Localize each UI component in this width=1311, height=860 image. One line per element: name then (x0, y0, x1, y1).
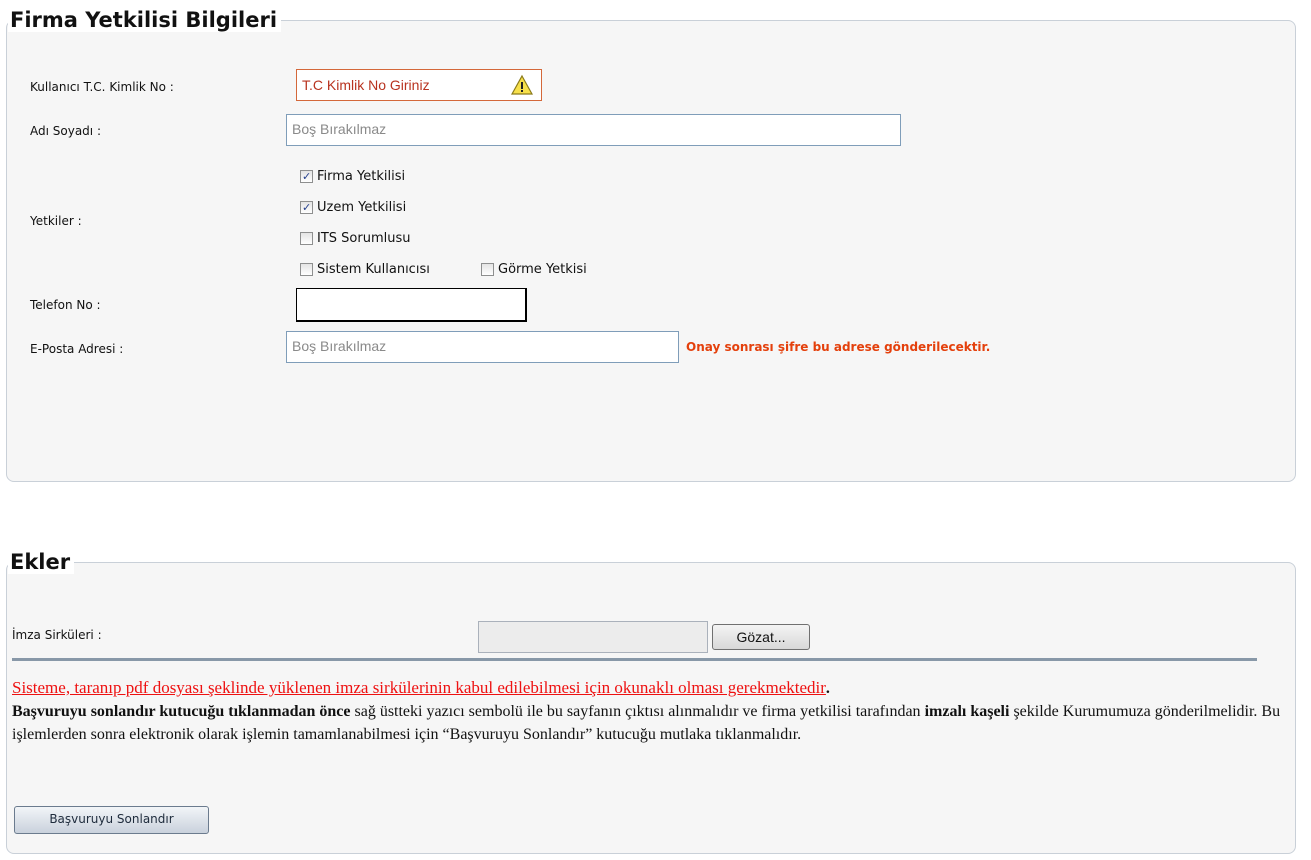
checkbox-firma-yetkilisi[interactable]: Firma Yetkilisi (300, 169, 405, 184)
imza-label: İmza Sirküleri : (12, 628, 102, 642)
checkbox-label: Firma Yetkilisi (317, 169, 406, 184)
ekler-section-title: Ekler (8, 550, 75, 574)
email-label: E-Posta Adresi : (30, 342, 124, 356)
tc-input[interactable]: T.C Kimlik No Giriniz (296, 69, 542, 101)
firma-section-title: Firma Yetkilisi Bilgileri (8, 8, 282, 32)
phone-input[interactable] (296, 288, 527, 322)
firma-section (6, 20, 1296, 482)
name-label: Adı Soyadı : (30, 124, 101, 138)
checkbox-sistem-kullanicisi[interactable]: Sistem Kullanıcısı (300, 262, 430, 277)
notice-bold-2: imzalı kaşeli (924, 703, 1010, 720)
email-input-placeholder: Boş Bırakılmaz (292, 338, 387, 354)
checkbox-box[interactable] (300, 232, 313, 245)
checkbox-box[interactable] (300, 170, 313, 183)
notice-red-line: Sisteme, taranıp pdf dosyası şeklinde yü… (12, 678, 826, 697)
checkbox-uzem-yetkilisi[interactable]: Uzem Yetkilisi (300, 200, 406, 215)
checkbox-label: ITS Sorumlusu (317, 231, 411, 246)
warning-icon (511, 74, 533, 95)
imza-file-field[interactable] (478, 621, 708, 653)
tc-input-value: T.C Kimlik No Giriniz (302, 77, 430, 93)
notice-text: Sisteme, taranıp pdf dosyası şeklinde yü… (12, 676, 1282, 746)
checkbox-box[interactable] (300, 263, 313, 276)
checkbox-box[interactable] (481, 263, 494, 276)
notice-text-1: sağ üstteki yazıcı sembolü ile bu sayfan… (350, 703, 925, 720)
phone-label: Telefon No : (30, 298, 101, 312)
name-input-placeholder: Boş Bırakılmaz (292, 121, 387, 137)
divider (12, 658, 1257, 661)
checkbox-label: Sistem Kullanıcısı (317, 262, 430, 277)
checkbox-box[interactable] (300, 201, 313, 214)
finish-button[interactable]: Başvuruyu Sonlandır (14, 806, 209, 834)
checkbox-label: Uzem Yetkilisi (317, 200, 407, 215)
checkbox-gorme-yetkisi[interactable]: Görme Yetkisi (481, 262, 587, 277)
name-input[interactable]: Boş Bırakılmaz (286, 114, 901, 146)
yetkiler-label: Yetkiler : (30, 214, 82, 228)
notice-bold-1: Başvuruyu sonlandır kutucuğu tıklanmadan… (12, 703, 351, 720)
email-note: Onay sonrası şifre bu adrese gönderilece… (686, 340, 991, 354)
browse-button[interactable]: Gözat... (712, 624, 810, 650)
checkbox-its-sorumlusu[interactable]: ITS Sorumlusu (300, 231, 410, 246)
email-input[interactable]: Boş Bırakılmaz (286, 331, 679, 363)
notice-red-line-end: . (825, 680, 830, 697)
tc-label: Kullanıcı T.C. Kimlik No : (30, 80, 174, 94)
checkbox-label: Görme Yetkisi (498, 262, 587, 277)
